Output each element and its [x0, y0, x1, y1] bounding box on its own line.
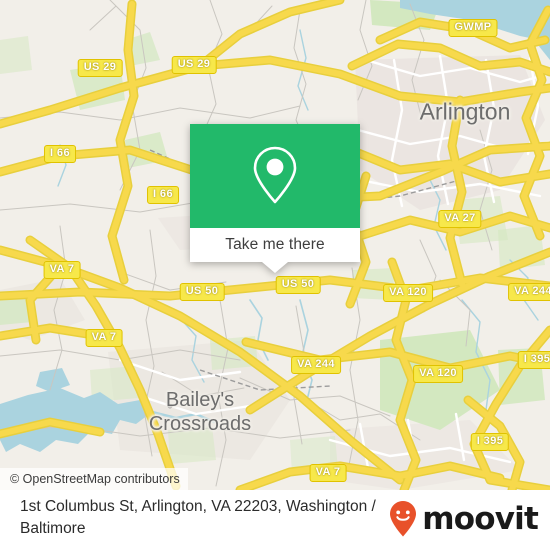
moovit-logo[interactable]: moovit: [388, 500, 539, 538]
shield-va-7-mid: VA 7: [85, 329, 123, 347]
shield-va-27: VA 27: [438, 210, 482, 228]
shield-i-66-west: I 66: [44, 145, 76, 163]
shield-va-244-east: VA 244: [508, 283, 550, 301]
moovit-wordmark: moovit: [422, 500, 539, 537]
shield-gwmp: GWMP: [448, 19, 498, 37]
shield-i-66-east: I 66: [147, 186, 179, 204]
moovit-pin-icon: [390, 501, 417, 537]
place-label-baileys-crossroads-line1: Bailey's: [165, 389, 235, 411]
shield-i-395-east: I 395: [517, 351, 550, 369]
shield-va-120-north: VA 120: [383, 284, 433, 302]
take-me-there-button[interactable]: Take me there: [190, 228, 360, 262]
place-label-baileys-crossroads: Bailey's Crossroads: [149, 388, 251, 436]
shield-va-120-south: VA 120: [413, 365, 463, 383]
shield-us-29-west: US 29: [77, 59, 123, 77]
shield-va-7-south: VA 7: [309, 464, 347, 482]
place-label-baileys-crossroads-line2: Crossroads: [148, 413, 252, 435]
shield-i-395-south: I 395: [470, 433, 510, 451]
callout-icon-panel: [190, 124, 360, 228]
address-text: 1st Columbus St, Arlington, VA 22203, Wa…: [20, 498, 376, 537]
shield-us-50-east: US 50: [275, 276, 321, 294]
place-label-arlington: Arlington: [419, 98, 511, 125]
shield-us-50-west: US 50: [179, 283, 225, 301]
osm-attribution[interactable]: © OpenStreetMap contributors: [0, 468, 188, 490]
shield-us-29-east: US 29: [171, 56, 217, 74]
location-callout-card[interactable]: Take me there: [190, 124, 360, 273]
map-canvas[interactable]: .rd { stroke:#f7d94c; stroke-linecap:rou…: [0, 0, 550, 490]
shield-va-244-west: VA 244: [291, 356, 341, 374]
take-me-there-label: Take me there: [225, 236, 325, 253]
callout-pointer-tail: [262, 262, 288, 273]
map-screenshot-root: .rd { stroke:#f7d94c; stroke-linecap:rou…: [0, 0, 550, 550]
location-pin-icon: [253, 146, 297, 204]
shield-va-7-north: VA 7: [43, 261, 81, 279]
